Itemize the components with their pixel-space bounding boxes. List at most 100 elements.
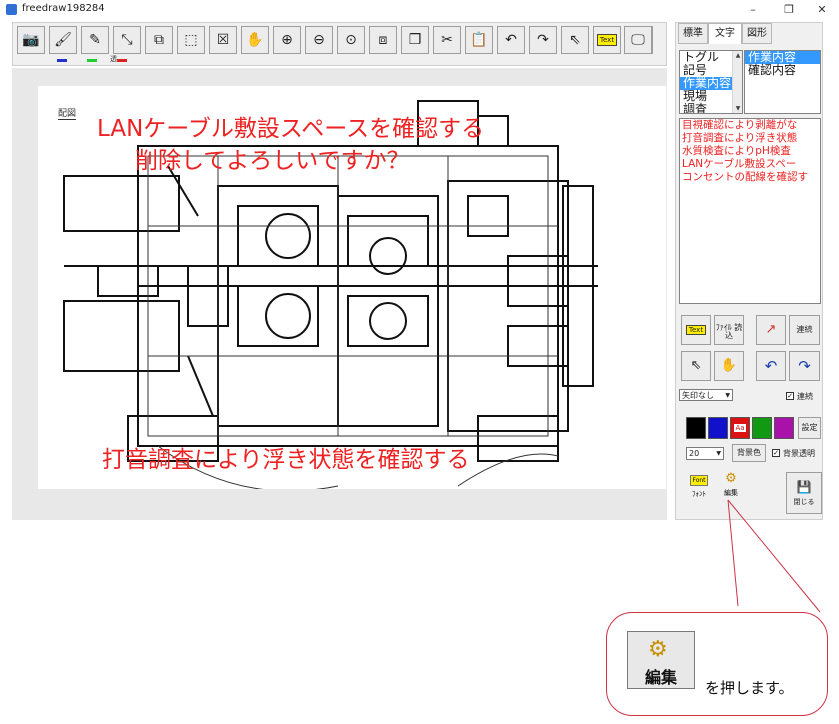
maximize-button[interactable]: ❐	[772, 1, 806, 19]
text-insert-button[interactable]: Text	[681, 315, 711, 345]
swatch-red-sample: Aa	[734, 424, 746, 432]
camera-icon: 📷	[22, 32, 40, 48]
continuous-button[interactable]: 連続	[789, 315, 820, 345]
font-button[interactable]: Font ﾌｫﾝﾄ	[688, 475, 710, 501]
edit-button-label: 編集	[724, 489, 738, 497]
edit-mark-icon[interactable]: ↗	[756, 315, 786, 345]
brush-icon: 🖌	[54, 32, 72, 48]
pen-icon: ✎	[89, 32, 101, 48]
delete-x-tool-button[interactable]: ☒	[209, 26, 237, 54]
close-button[interactable]: ✕	[805, 1, 839, 19]
transparency-label: 透	[110, 55, 117, 63]
canvas-text-hammer-test[interactable]: 打音調査により浮き状態を確認する	[102, 440, 470, 474]
tab-standard[interactable]: 標準	[678, 23, 708, 44]
window-title: freedraw198284	[22, 3, 105, 14]
list-item[interactable]: LANケーブル敷設スペー	[680, 158, 820, 171]
tab-text[interactable]: 文字	[708, 23, 742, 44]
stack-icon: ❒	[408, 32, 422, 48]
close-panel-button[interactable]: 💾 閉じる	[786, 472, 822, 514]
list-item[interactable]: 水質検査によりpH検査	[680, 145, 820, 158]
bg-color-button[interactable]: 背景色	[732, 444, 766, 462]
font-size-value: 20	[689, 449, 700, 458]
resize-arrow-tool-button[interactable]: ⤡	[113, 26, 141, 54]
callout-instruction-text: を押します。	[705, 679, 794, 697]
category-list[interactable]: トグル 記号 作業内容 現場 調査 ▲ ▼	[679, 50, 743, 114]
pen-tool-button[interactable]: ✎	[81, 26, 109, 54]
redo-tool-button[interactable]: ↷	[529, 26, 557, 54]
text-insert-label: Text	[685, 325, 707, 335]
arrow-style-value: 矢印なし	[682, 391, 714, 400]
chevron-down-icon: ▼	[716, 450, 721, 457]
clipboard-icon: 📋	[470, 32, 488, 48]
app-window: { "window": { "title": "freedraw198284",…	[0, 0, 839, 724]
text-preview-list[interactable]: 目視確認により剥離がな 打音調査により浮き状態 水質検査によりpH検査 LANケ…	[679, 118, 821, 304]
hand-icon[interactable]: ✋	[714, 351, 744, 381]
color-swatch-purple[interactable]	[774, 417, 794, 439]
list-item[interactable]: 確認内容	[745, 64, 820, 77]
stack-tool-button[interactable]: ❒	[401, 26, 429, 54]
color-swatch-blue[interactable]	[708, 417, 728, 439]
app-icon	[6, 4, 17, 15]
sub-list[interactable]: 作業内容 確認内容	[744, 50, 821, 114]
resize-arrow-icon: ⤡	[121, 32, 133, 48]
zoom-out-tool-button[interactable]: ⊖	[305, 26, 333, 54]
undo-icon[interactable]: ↶	[756, 351, 786, 381]
undo-tool-button[interactable]: ↶	[497, 26, 525, 54]
pointer-icon[interactable]: ⇖	[681, 351, 711, 381]
list-item[interactable]: 目視確認により剥離がな	[680, 119, 820, 132]
scroll-up-icon[interactable]: ▲	[733, 51, 742, 60]
canvas-text-lan[interactable]: LANケーブル敷設スペースを確認する	[97, 109, 484, 143]
file-load-button[interactable]: ﾌｧｲﾙ 読込	[714, 315, 744, 345]
bg-transparent-checkbox[interactable]: ✓	[772, 449, 780, 457]
scroll-down-icon[interactable]: ▼	[733, 104, 742, 113]
list-item[interactable]: コンセントの配線を確認す	[680, 171, 820, 184]
continuous-checkbox[interactable]: ✓	[786, 392, 794, 400]
zoom-in-icon: ⊕	[281, 32, 293, 48]
scissors-tool-button[interactable]: ✂	[433, 26, 461, 54]
paste-tool-button[interactable]: ⧉	[145, 26, 173, 54]
copy-tool-button[interactable]: ⧈	[369, 26, 397, 54]
canvas-area[interactable]: 配図 LANケーブル敷設スペースを確認する 削除してよろしいですか？ 打音調査に…	[12, 68, 667, 520]
pointer-icon: ⇖	[569, 32, 581, 48]
list-scrollbar[interactable]: ▲ ▼	[732, 51, 742, 113]
zoom-in-tool-button[interactable]: ⊕	[273, 26, 301, 54]
delete-x-icon: ☒	[216, 32, 230, 48]
right-panel: 標準 文字 図形 トグル 記号 作業内容 現場 調査 ▲ ▼ 作業内容 確認内容…	[675, 22, 823, 520]
setting-button[interactable]: 設定	[798, 417, 821, 439]
paste-icon: ⧉	[154, 32, 164, 48]
text-tool-icon: Text	[596, 34, 618, 46]
bg-transparent-label: 背景透明	[783, 449, 815, 458]
color-swatch-green[interactable]	[752, 417, 772, 439]
edit-button[interactable]: ⚙ 編集	[718, 472, 744, 502]
brush-tool-button[interactable]: 🖌	[49, 26, 77, 54]
hand-tool-button[interactable]: ✋	[241, 26, 269, 54]
zoom-fit-tool-button[interactable]: ⊙	[337, 26, 365, 54]
clipboard-tool-button[interactable]: 📋	[465, 26, 493, 54]
select-arrange-tool-button[interactable]: ⬚	[177, 26, 205, 54]
zoom-out-icon: ⊖	[313, 32, 325, 48]
text-tool-tool-button[interactable]: Text	[593, 26, 621, 54]
screen-capture-tool-button[interactable]: 🖵	[624, 26, 652, 54]
color-swatch-black[interactable]	[686, 417, 706, 439]
select-arrange-icon: ⬚	[184, 32, 198, 48]
tab-shape[interactable]: 図形	[742, 23, 772, 44]
toolbar: 📷🖌✎⤡⧉⬚☒✋⊕⊖⊙⧈❒✂📋↶↷⇖TextMenu🖵透	[12, 22, 667, 66]
drawing-corner-label: 配図	[58, 106, 77, 120]
redo-icon[interactable]: ↷	[789, 351, 820, 381]
arrow-style-select[interactable]: 矢印なし ▼	[679, 389, 733, 401]
font-size-select[interactable]: 20 ▼	[686, 447, 724, 460]
minimize-button[interactable]: –	[736, 1, 770, 19]
drawing-page[interactable]: 配図 LANケーブル敷設スペースを確認する 削除してよろしいですか？ 打音調査に…	[38, 86, 666, 489]
blue-color-mark	[57, 59, 67, 62]
close-panel-label: 閉じる	[793, 498, 815, 506]
green-color-mark	[87, 59, 97, 62]
camera-tool-button[interactable]: 📷	[17, 26, 45, 54]
color-swatch-red[interactable]: Aa	[730, 417, 750, 439]
callout-edit-label: 編集	[644, 668, 677, 687]
callout-edit-button: ⚙ 編集	[627, 631, 695, 689]
pointer-tool-button[interactable]: ⇖	[561, 26, 589, 54]
list-item[interactable]: 打音調査により浮き状態	[680, 132, 820, 145]
gear-icon: ⚙	[725, 471, 737, 486]
canvas-text-delete-confirm[interactable]: 削除してよろしいですか？	[135, 141, 410, 175]
screen-capture-icon: 🖵	[631, 32, 645, 48]
